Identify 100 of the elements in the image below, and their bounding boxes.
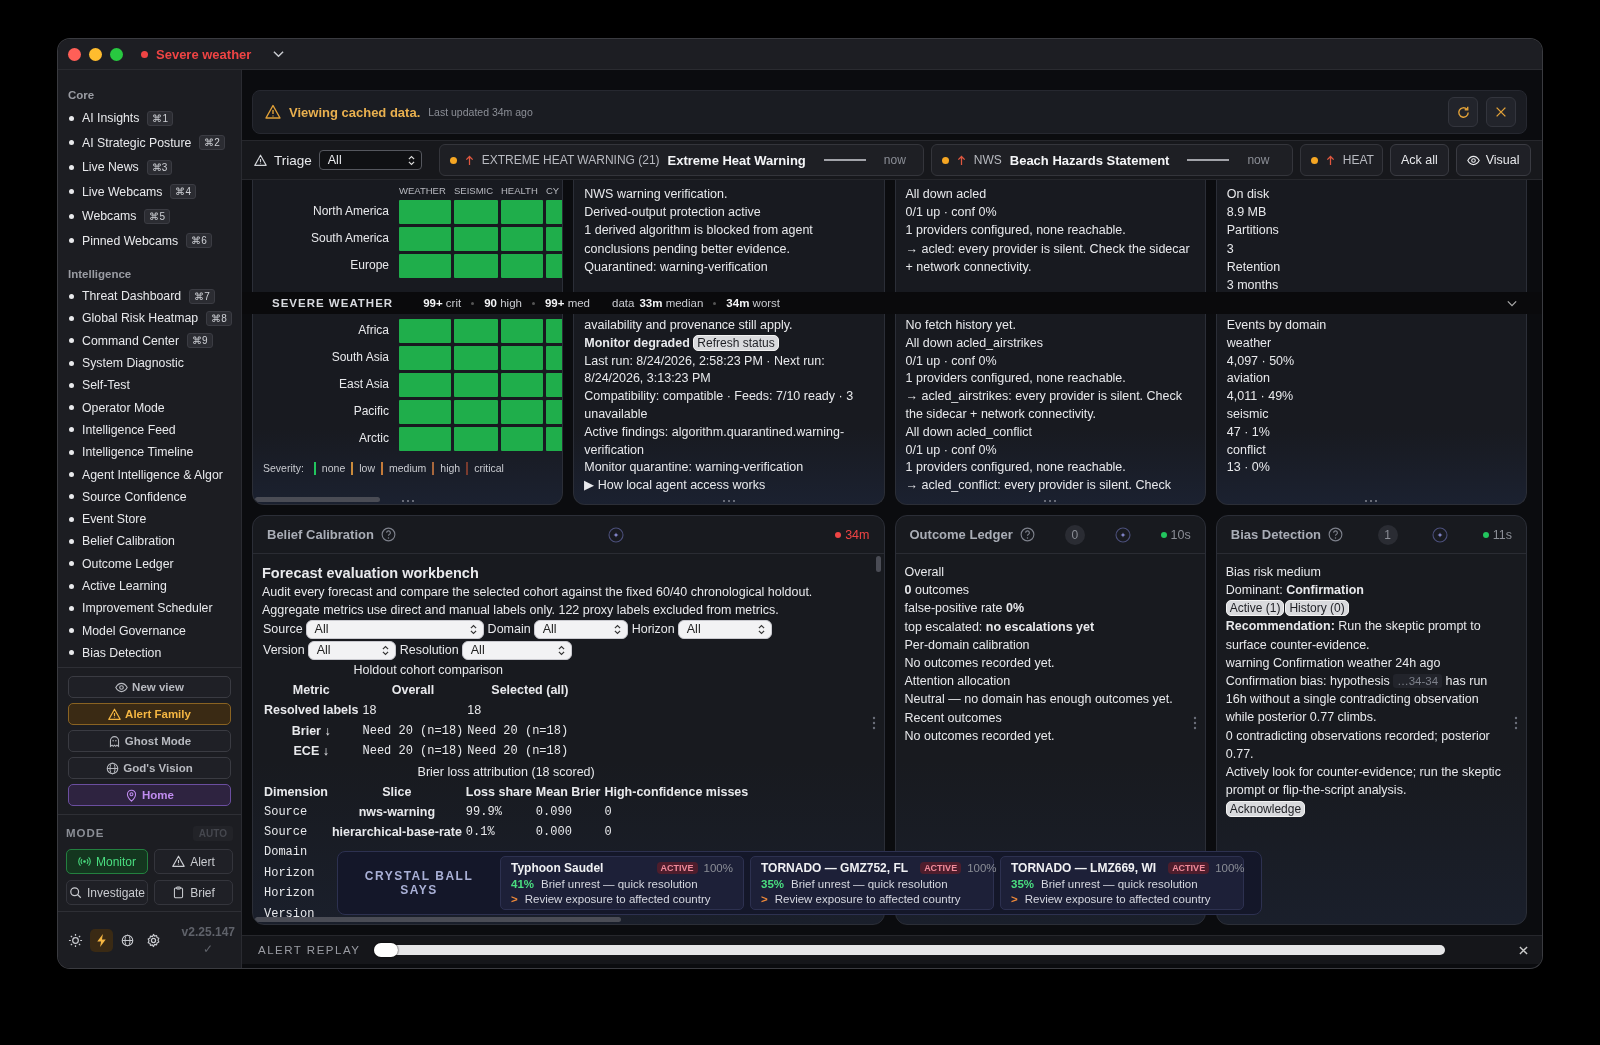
prediction-card[interactable]: Typhoon Saudel ACTIVE 100% 41% Brief unrest — quick resolution > Review exposure to affected country	[500, 856, 744, 910]
sidebar-item[interactable]: AI Strategic Posture ⌘2	[58, 130, 241, 155]
heatmap-cell[interactable]	[454, 399, 498, 424]
filter-select[interactable]: All	[305, 619, 484, 639]
sidebar-item[interactable]: Event Store	[58, 507, 241, 531]
sidebar-item[interactable]: Belief Calibration	[58, 530, 241, 553]
sidebar-item[interactable]: Outcome Ledger	[58, 552, 241, 575]
sidebar-item[interactable]: AI Insights ⌘1	[58, 106, 241, 131]
mode-button[interactable]: Brief	[154, 880, 233, 905]
disclosure-toggle[interactable]: ▶ How local agent access works	[584, 477, 874, 495]
tab[interactable]: Active (1)	[1225, 600, 1285, 617]
alert-chip[interactable]: NWS Beach Hazards Statement now	[930, 144, 1293, 176]
heatmap-cell[interactable]	[501, 199, 543, 224]
heatmap-cell[interactable]	[399, 226, 451, 251]
help-icon[interactable]	[1019, 527, 1035, 542]
heatmap-cell[interactable]	[501, 318, 543, 343]
sidebar-item[interactable]: Intelligence Feed	[58, 418, 241, 442]
scrollbar[interactable]	[875, 556, 881, 572]
resize-handle-icon[interactable]	[1043, 499, 1058, 503]
sidebar-item[interactable]: Bias Detection	[58, 641, 241, 665]
prediction-card[interactable]: TORNADO — LMZ669, WI ACTIVE 100% 35% Brief unrest — quick resolution > Review exposure to affected country	[1000, 856, 1244, 910]
heatmap-cell[interactable]	[501, 253, 543, 278]
help-icon[interactable]	[380, 527, 396, 542]
sidebar-item[interactable]: Operator Mode	[58, 396, 241, 419]
resize-handle-icon[interactable]	[721, 499, 736, 503]
sidebar-item[interactable]: Command Center ⌘9	[58, 329, 241, 352]
view-button[interactable]: Home	[68, 784, 231, 806]
replay-slider[interactable]	[374, 945, 1445, 955]
sidebar-item[interactable]: Model Governance	[58, 619, 241, 642]
heatmap-cell[interactable]	[454, 226, 498, 251]
filter-select[interactable]: All	[307, 640, 396, 660]
chevron-down-icon[interactable]	[1507, 299, 1517, 307]
close-window-icon[interactable]	[68, 47, 81, 61]
heatmap-cell[interactable]	[454, 372, 498, 397]
arrow-up-icon	[1325, 154, 1335, 166]
filter-select[interactable]: All	[677, 619, 772, 639]
sidebar-item[interactable]: Global Risk Heatmap ⌘8	[58, 307, 241, 330]
triage-action-button[interactable]: Ack all	[1389, 144, 1449, 176]
heatmap-cell[interactable]	[501, 426, 543, 451]
heatmap-cell[interactable]	[399, 318, 451, 343]
heatmap-cell[interactable]	[399, 399, 451, 424]
window-title[interactable]: Severe weather	[156, 46, 252, 62]
heatmap-cell[interactable]	[501, 345, 543, 370]
sidebar-item[interactable]: Webcams ⌘5	[58, 204, 241, 229]
sidebar-item[interactable]: Intelligence Timeline	[58, 441, 241, 464]
view-button[interactable]: Ghost Mode	[68, 730, 231, 752]
sidebar-item[interactable]: Pinned Webcams ⌘6	[58, 228, 241, 253]
heatmap-cell[interactable]	[399, 199, 451, 224]
help-icon[interactable]	[1328, 527, 1344, 542]
heatmap-cell[interactable]	[454, 253, 498, 278]
triage-filter[interactable]: All	[318, 150, 422, 170]
sidebar-item[interactable]: Improvement Scheduler	[58, 597, 241, 620]
heatmap-cell[interactable]	[454, 318, 498, 343]
mode-button[interactable]: Alert	[154, 849, 233, 874]
more-icon[interactable]	[1514, 716, 1518, 730]
heatmap-cell[interactable]	[399, 426, 451, 451]
zoom-window-icon[interactable]	[110, 47, 123, 61]
close-icon[interactable]	[1519, 945, 1528, 955]
prediction-card[interactable]: TORNADO — GMZ752, FL ACTIVE 100% 35% Brief unrest — quick resolution > Review exposure to affected country	[750, 856, 994, 910]
sidebar-item[interactable]: Live Webcams ⌘4	[58, 179, 241, 204]
alert-chip[interactable]: EXTREME HEAT WARNING (21) Extreme Heat Warning now	[438, 144, 924, 176]
resize-handle-icon[interactable]	[400, 499, 415, 503]
chevron-down-icon[interactable]	[273, 50, 285, 58]
scrollbar[interactable]	[255, 497, 380, 502]
scrollbar[interactable]	[255, 917, 621, 922]
heatmap-cell[interactable]	[501, 399, 543, 424]
refresh-button[interactable]	[1448, 97, 1478, 127]
heatmap-cell[interactable]	[454, 345, 498, 370]
slider-thumb[interactable]	[374, 943, 399, 957]
more-icon[interactable]	[871, 716, 876, 730]
heatmap-cell[interactable]	[501, 226, 543, 251]
heatmap-cell[interactable]	[399, 253, 451, 278]
toolbar-button[interactable]	[90, 928, 113, 952]
triage-action-button[interactable]: Visual	[1455, 144, 1531, 176]
heatmap-cell[interactable]	[454, 426, 498, 451]
heatmap-cell[interactable]	[501, 372, 543, 397]
view-button[interactable]: New view	[68, 676, 231, 698]
filter-select[interactable]: All	[461, 640, 572, 660]
sidebar-item[interactable]: Self-Test	[58, 374, 241, 397]
sidebar-item[interactable]: System Diagnostic	[58, 351, 241, 375]
acknowledge-button[interactable]: Acknowledge	[1225, 801, 1306, 818]
sidebar-item[interactable]: Live News ⌘3	[58, 155, 241, 180]
sidebar-item[interactable]: Source Confidence	[58, 485, 241, 508]
sidebar-item[interactable]: Active Learning	[58, 574, 241, 598]
view-button[interactable]: God's Vision	[68, 757, 231, 779]
sidebar-item[interactable]: Threat Dashboard ⌘7	[58, 285, 241, 308]
view-button[interactable]: Alert Family	[68, 703, 231, 725]
minimize-window-icon[interactable]	[89, 47, 102, 61]
filter-select[interactable]: All	[533, 619, 628, 639]
heatmap-cell[interactable]	[399, 345, 451, 370]
alert-chip[interactable]: HEAT	[1299, 144, 1383, 176]
tab[interactable]: History (0)	[1285, 600, 1349, 617]
heatmap-cell[interactable]	[454, 199, 498, 224]
more-icon[interactable]	[1192, 716, 1197, 730]
sidebar-item[interactable]: Agent Intelligence & Algor	[58, 463, 241, 486]
mode-button[interactable]: Investigate	[66, 880, 149, 905]
refresh-status-button[interactable]: Refresh status	[693, 334, 779, 351]
mode-button[interactable]: Monitor	[66, 849, 149, 874]
resize-handle-icon[interactable]	[1364, 499, 1379, 503]
heatmap-cell[interactable]	[399, 372, 451, 397]
